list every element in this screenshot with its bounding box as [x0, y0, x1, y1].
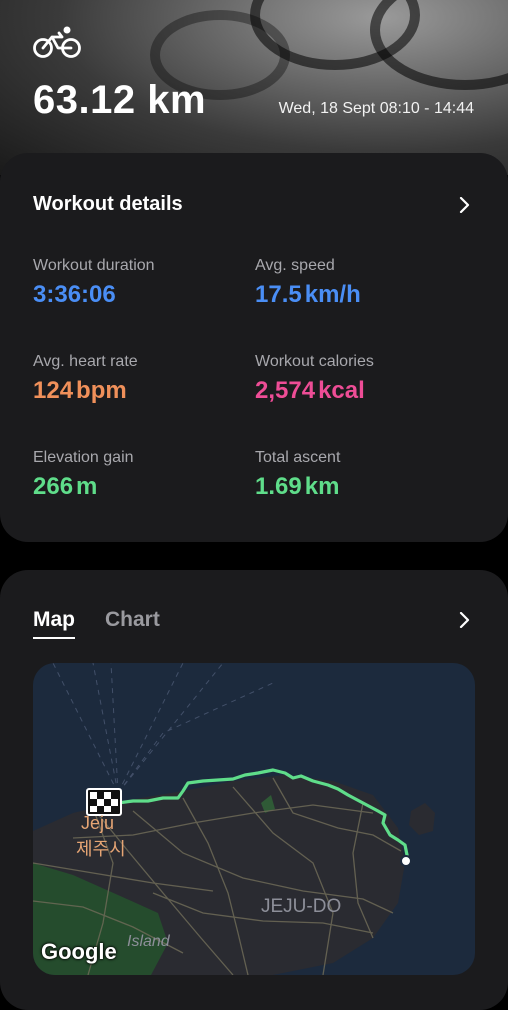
stat-label: Avg. heart rate: [33, 353, 138, 370]
stat-value: 266 m: [33, 473, 134, 501]
stat-unit: km/h: [304, 281, 361, 308]
stat-number: 1.69: [255, 473, 302, 500]
map-label-jeju-ko: 제주시: [76, 839, 126, 859]
map-label-island: Island: [127, 933, 170, 950]
map-chart-card: Map Chart Jeju 제주시 JEJU-DO Island Google: [0, 570, 508, 1010]
stat-elevation-gain: Elevation gain 266 m: [33, 449, 134, 501]
route-map[interactable]: Jeju 제주시 JEJU-DO Island Google: [33, 663, 475, 975]
google-attribution: Google: [41, 939, 117, 964]
stat-number: 266: [33, 473, 74, 500]
header-hero: 63.12 km Wed, 18 Sept 08:10 - 14:44: [0, 0, 508, 175]
tab-map[interactable]: Map: [33, 608, 75, 639]
stat-unit: kcal: [318, 377, 365, 404]
map-chart-tabs: Map Chart: [33, 608, 160, 639]
workout-details-card[interactable]: Workout details Workout duration 3:36:06…: [0, 153, 508, 542]
stat-label: Workout duration: [33, 257, 155, 274]
islet-land: [409, 803, 435, 835]
stat-label: Total ascent: [255, 449, 341, 466]
map-label-jeju-en: Jeju: [81, 813, 115, 833]
stat-unit: km: [304, 473, 340, 500]
stat-value: 2,574 kcal: [255, 377, 374, 405]
tab-chart[interactable]: Chart: [105, 608, 160, 639]
stat-number: 2,574: [255, 377, 316, 404]
stat-avg-heart-rate: Avg. heart rate 124 bpm: [33, 353, 138, 405]
stat-value: 124 bpm: [33, 377, 138, 405]
total-distance: 63.12 km: [33, 78, 207, 122]
end-marker: [400, 855, 412, 867]
stat-value: 17.5 km/h: [255, 281, 361, 309]
workout-details-title: Workout details: [33, 193, 183, 215]
stat-number: 17.5: [255, 281, 302, 308]
stat-workout-calories: Workout calories 2,574 kcal: [255, 353, 374, 405]
checkered-flag-icon: [86, 788, 122, 816]
stat-workout-duration: Workout duration 3:36:06: [33, 257, 155, 309]
chevron-right-icon[interactable]: [456, 197, 472, 213]
stat-value: 3:36:06: [33, 281, 155, 309]
stat-number: 3:36:06: [33, 281, 116, 308]
stat-total-ascent: Total ascent 1.69 km: [255, 449, 340, 501]
stat-number: 124: [33, 377, 74, 404]
stat-avg-speed: Avg. speed 17.5 km/h: [255, 257, 361, 309]
flight-paths: [52, 663, 274, 794]
stat-value: 1.69 km: [255, 473, 340, 501]
stat-label: Workout calories: [255, 353, 374, 370]
workout-datetime: Wed, 18 Sept 08:10 - 14:44: [278, 100, 474, 117]
stat-label: Avg. speed: [255, 257, 335, 274]
map-label-region: JEJU-DO: [261, 896, 342, 917]
bicycle-icon: [33, 26, 81, 58]
stat-unit: bpm: [76, 377, 127, 404]
stat-label: Elevation gain: [33, 449, 134, 466]
stat-unit: m: [76, 473, 98, 500]
chevron-right-icon[interactable]: [456, 612, 472, 628]
